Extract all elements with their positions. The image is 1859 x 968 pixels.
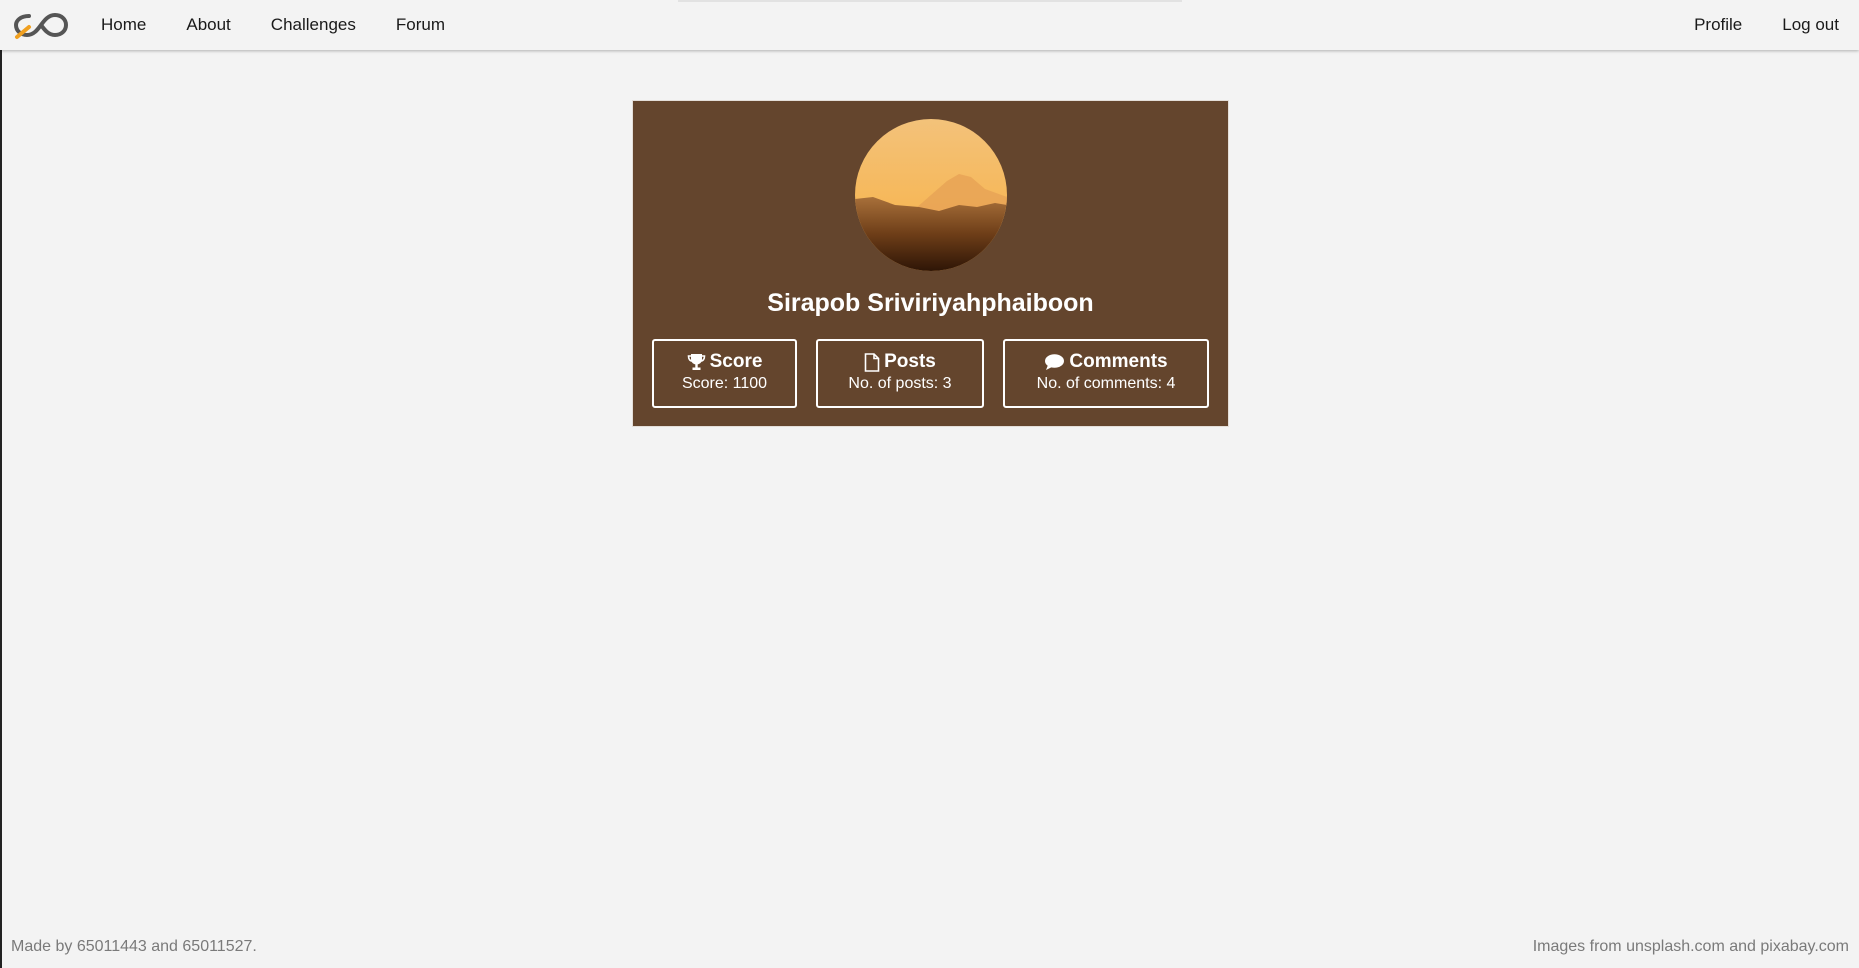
nav-forum-link[interactable]: Forum [396,15,445,35]
nav-profile-link[interactable]: Profile [1694,15,1742,35]
posts-title: Posts [884,351,936,372]
comments-value: No. of comments: 4 [1036,375,1176,392]
window-left-edge [0,0,2,968]
profile-card: Sirapob Sriviriyahphaiboon Score Score: … [632,100,1229,427]
profile-name: Sirapob Sriviriyahphaiboon [767,289,1094,317]
nav-right: Profile Log out [1654,0,1839,50]
comments-stat-box: Comments No. of comments: 4 [1003,339,1209,408]
comment-icon [1045,354,1065,370]
score-title: Score [709,351,763,372]
score-stat-box: Score Score: 1100 [652,339,797,408]
footer-image-credits: Images from unsplash.com and pixabay.com [1532,938,1849,955]
nav-home-link[interactable]: Home [101,15,146,35]
posts-stat-box: Posts No. of posts: 3 [816,339,984,408]
navbar: Home About Challenges Forum Profile Log … [0,0,1859,50]
footer-credits: Made by 65011443 and 65011527. [11,938,257,955]
top-tab-indicator [678,0,1182,2]
avatar [855,119,1007,271]
file-icon [864,352,880,372]
comments-title: Comments [1069,351,1168,372]
mountain-sunset-image [855,119,1007,271]
trophy-icon [687,354,705,370]
nav-challenges-link[interactable]: Challenges [271,15,356,35]
infinity-logo-icon[interactable] [13,8,69,42]
posts-value: No. of posts: 3 [848,375,952,392]
nav-left: Home About Challenges Forum [101,0,485,50]
score-value: Score: 1100 [681,375,768,392]
nav-about-link[interactable]: About [186,15,230,35]
nav-logout-link[interactable]: Log out [1782,15,1839,35]
